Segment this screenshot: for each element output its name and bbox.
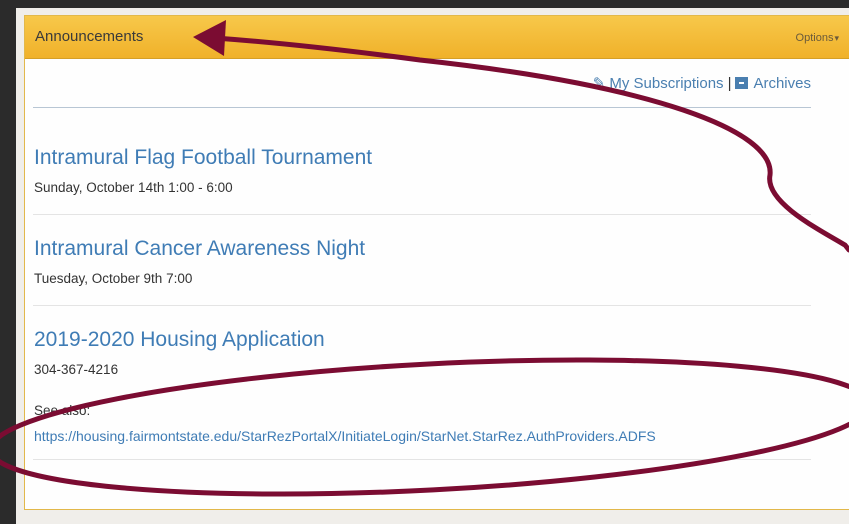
see-also-label: See also: [34, 403, 91, 418]
caret-down-icon: ▾ [834, 33, 839, 43]
item-divider [33, 305, 811, 306]
housing-application-link[interactable]: https://housing.fairmontstate.edu/StarRe… [34, 428, 656, 444]
toolbar-divider [33, 107, 811, 108]
options-dropdown[interactable]: Options▾ [796, 32, 839, 44]
pencil-square-icon: ✎ [592, 75, 606, 92]
announcement-detail: Sunday, October 14th 1:00 - 6:00 [34, 180, 233, 195]
toolbar: ✎ My Subscriptions | Archives [593, 74, 811, 92]
archive-icon [735, 77, 749, 89]
announcement-detail: Tuesday, October 9th 7:00 [34, 271, 193, 286]
options-label: Options [795, 32, 834, 44]
item-divider [33, 459, 811, 460]
announcement-detail: 304-367-4216 [34, 362, 119, 377]
item-divider [33, 214, 811, 215]
panel-header: Announcements Options▾ [25, 16, 849, 59]
announcement-title-link[interactable]: Intramural Flag Football Tournament [34, 146, 372, 170]
my-subscriptions-link[interactable]: My Subscriptions [609, 75, 723, 92]
toolbar-separator: | [727, 75, 732, 92]
archives-link[interactable]: Archives [753, 75, 811, 92]
announcement-title-link[interactable]: 2019-2020 Housing Application [34, 328, 325, 352]
announcement-title-link[interactable]: Intramural Cancer Awareness Night [34, 237, 365, 261]
panel-title: Announcements [35, 28, 144, 45]
